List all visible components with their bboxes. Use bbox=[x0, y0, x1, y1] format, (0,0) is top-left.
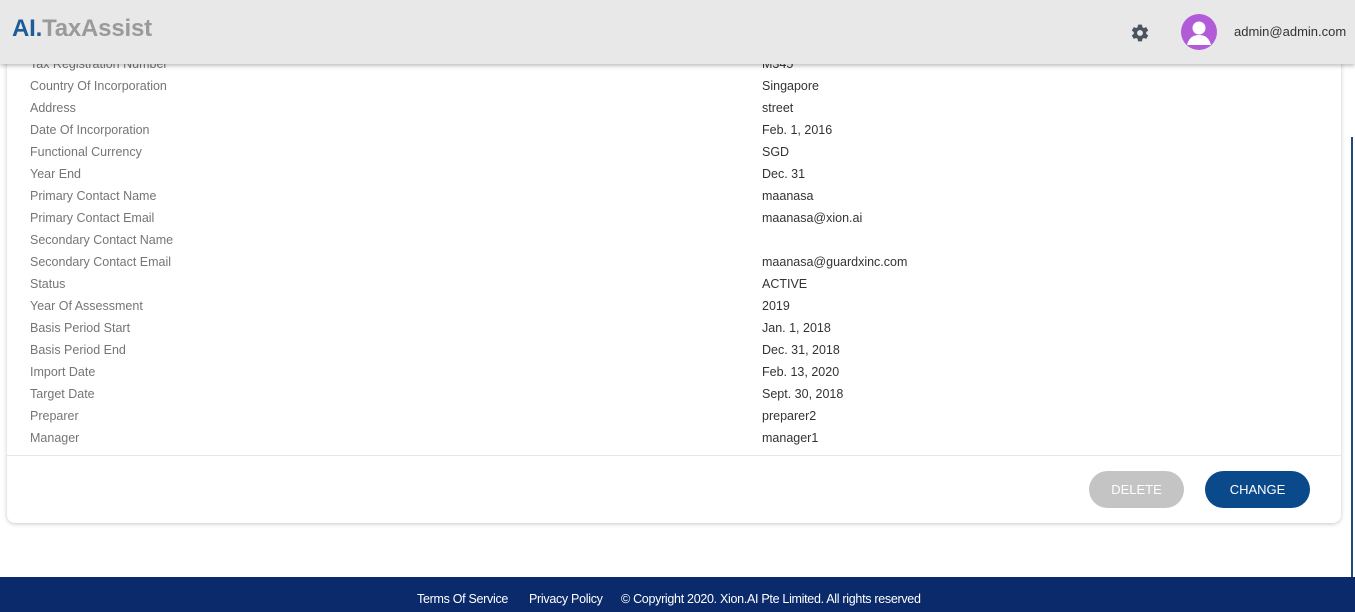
detail-value: Feb. 13, 2020 bbox=[762, 365, 840, 379]
gear-icon[interactable] bbox=[1130, 23, 1150, 43]
detail-row-secondary-contact-name: Secondary Contact Name bbox=[7, 230, 1341, 252]
detail-value: manager1 bbox=[762, 431, 819, 445]
detail-label: Functional Currency bbox=[30, 145, 142, 159]
detail-label: Year Of Assessment bbox=[30, 299, 143, 313]
scroll-edge bbox=[1351, 137, 1353, 612]
detail-label: Manager bbox=[30, 431, 80, 445]
detail-row-primary-contact-email: Primary Contact Email maanasa@xion.ai bbox=[7, 208, 1341, 230]
detail-value: Jan. 1, 2018 bbox=[762, 321, 831, 335]
detail-row-primary-contact-name: Primary Contact Name maanasa bbox=[7, 186, 1341, 208]
detail-value: ACTIVE bbox=[762, 277, 808, 291]
detail-label: Secondary Contact Email bbox=[30, 255, 172, 269]
detail-value: Feb. 1, 2016 bbox=[762, 123, 833, 137]
terms-of-service-link[interactable]: Terms Of Service bbox=[417, 592, 508, 606]
detail-row-status: Status ACTIVE bbox=[7, 274, 1341, 296]
detail-row-year-end: Year End Dec. 31 bbox=[7, 164, 1341, 186]
copyright-text: © Copyright 2020. Xion.AI Pte Limited. A… bbox=[621, 592, 921, 606]
detail-label: Date Of Incorporation bbox=[30, 123, 150, 137]
detail-value: Sept. 30, 2018 bbox=[762, 387, 844, 401]
detail-label: Country Of Incorporation bbox=[30, 79, 167, 93]
detail-row-import-date: Import Date Feb. 13, 2020 bbox=[7, 362, 1341, 384]
details-card: Tax Registration Number M345 Country Of … bbox=[7, 44, 1341, 523]
detail-value: Dec. 31, 2018 bbox=[762, 343, 840, 357]
detail-row-manager: Manager manager1 bbox=[7, 428, 1341, 450]
detail-label: Target Date bbox=[30, 387, 95, 401]
detail-label: Secondary Contact Name bbox=[30, 233, 174, 247]
detail-value: maanasa bbox=[762, 189, 814, 203]
logo-suffix: TaxAssist bbox=[42, 15, 152, 42]
detail-label: Basis Period Start bbox=[30, 321, 131, 335]
footer: Terms Of Service Privacy Policy © Copyri… bbox=[0, 577, 1355, 612]
detail-row-target-date: Target Date Sept. 30, 2018 bbox=[7, 384, 1341, 406]
detail-row-functional-currency: Functional Currency SGD bbox=[7, 142, 1341, 164]
detail-label: Import Date bbox=[30, 365, 96, 379]
detail-value: SGD bbox=[762, 145, 790, 159]
person-icon[interactable] bbox=[1181, 14, 1217, 50]
detail-value: street bbox=[762, 101, 794, 115]
detail-label: Basis Period End bbox=[30, 343, 126, 357]
card-divider bbox=[7, 455, 1341, 456]
detail-row-country-of-incorporation: Country Of Incorporation Singapore bbox=[7, 76, 1341, 98]
top-bar: AI.TaxAssist admin@admin.com bbox=[0, 0, 1355, 64]
detail-row-secondary-contact-email: Secondary Contact Email maanasa@guardxin… bbox=[7, 252, 1341, 274]
detail-label: Preparer bbox=[30, 409, 79, 423]
detail-row-basis-period-end: Basis Period End Dec. 31, 2018 bbox=[7, 340, 1341, 362]
detail-row-basis-period-start: Basis Period Start Jan. 1, 2018 bbox=[7, 318, 1341, 340]
detail-value: Singapore bbox=[762, 79, 819, 93]
detail-label: Primary Contact Email bbox=[30, 211, 155, 225]
detail-label: Address bbox=[30, 101, 76, 115]
detail-label: Primary Contact Name bbox=[30, 189, 157, 203]
detail-value: 2019 bbox=[762, 299, 790, 313]
detail-row-address: Address street bbox=[7, 98, 1341, 120]
detail-value: maanasa@xion.ai bbox=[762, 211, 863, 225]
change-button[interactable]: CHANGE bbox=[1205, 471, 1310, 508]
delete-button[interactable]: DELETE bbox=[1089, 471, 1184, 508]
user-email[interactable]: admin@admin.com bbox=[1234, 24, 1346, 39]
detail-value: preparer2 bbox=[762, 409, 817, 423]
detail-label: Year End bbox=[30, 167, 81, 181]
detail-row-date-of-incorporation: Date Of Incorporation Feb. 1, 2016 bbox=[7, 120, 1341, 142]
detail-value: maanasa@guardxinc.com bbox=[762, 255, 908, 269]
detail-row-year-of-assessment: Year Of Assessment 2019 bbox=[7, 296, 1341, 318]
privacy-policy-link[interactable]: Privacy Policy bbox=[529, 592, 603, 606]
detail-label: Status bbox=[30, 277, 66, 291]
detail-row-preparer: Preparer preparer2 bbox=[7, 406, 1341, 428]
detail-value: Dec. 31 bbox=[762, 167, 806, 181]
app-logo[interactable]: AI.TaxAssist bbox=[12, 15, 152, 43]
logo-prefix: AI. bbox=[12, 15, 43, 42]
